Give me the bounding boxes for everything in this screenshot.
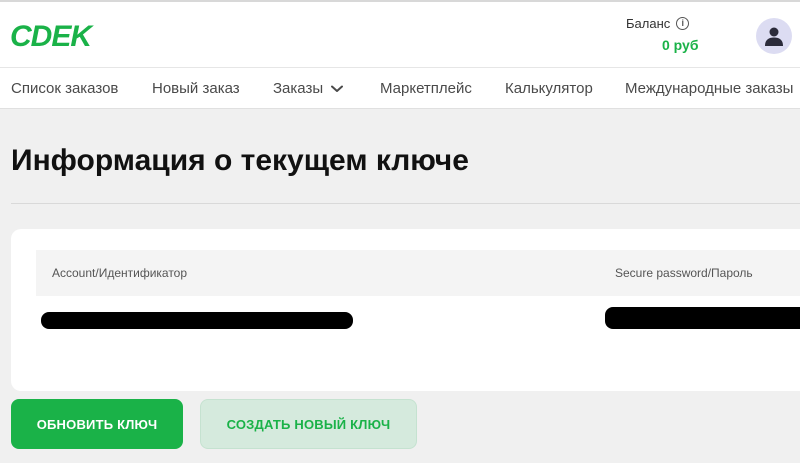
cdek-logo-mark: CDEK xyxy=(10,20,95,52)
redacted-password-value xyxy=(605,307,800,329)
nav-item-label: Международные заказы xyxy=(625,80,794,97)
chevron-down-icon xyxy=(331,85,344,92)
info-icon[interactable]: i xyxy=(676,17,690,30)
svg-text:CDEK: CDEK xyxy=(10,20,94,52)
nav-item-label: Новый заказ xyxy=(152,80,240,97)
key-info-card: Account/Идентификатор Secure password/Па… xyxy=(11,229,800,391)
redacted-account-value xyxy=(41,312,353,329)
divider xyxy=(11,203,800,204)
create-new-key-button[interactable]: Создать новый ключ xyxy=(200,399,417,449)
nav-item-orders[interactable]: Заказы xyxy=(273,80,344,97)
nav-item-label: Список заказов xyxy=(11,80,119,97)
nav-item-order-list[interactable]: Список заказов xyxy=(11,80,118,97)
balance-value: 0 руб xyxy=(662,37,699,53)
avatar[interactable] xyxy=(756,18,792,54)
page-title: Информация о текущем ключе xyxy=(11,144,469,177)
top-header: CDEK Баланс i 0 руб xyxy=(0,0,800,67)
nav-item-label: Маркетплейс xyxy=(380,80,472,97)
user-icon xyxy=(765,27,783,46)
nav-item-new-order[interactable]: Новый заказ xyxy=(152,80,240,97)
cdek-logo[interactable]: CDEK xyxy=(10,20,102,52)
nav-item-label: Заказы xyxy=(273,80,324,97)
nav-item-label: Калькулятор xyxy=(505,80,593,97)
table-header: Account/Идентификатор Secure password/Па… xyxy=(36,250,800,296)
main-nav: Список заказов Новый заказ Заказы Маркет… xyxy=(0,67,800,109)
refresh-key-button[interactable]: Обновить ключ xyxy=(11,399,183,449)
nav-item-marketplace[interactable]: Маркетплейс xyxy=(380,80,472,97)
nav-item-international-orders[interactable]: Международные заказы xyxy=(625,80,793,97)
column-header-account: Account/Идентификатор xyxy=(52,266,188,280)
balance-widget: Баланс i 0 руб xyxy=(626,16,716,53)
balance-label: Баланс xyxy=(626,16,671,31)
nav-item-calculator[interactable]: Калькулятор xyxy=(505,80,593,97)
column-header-password: Secure password/Пароль xyxy=(615,266,753,280)
